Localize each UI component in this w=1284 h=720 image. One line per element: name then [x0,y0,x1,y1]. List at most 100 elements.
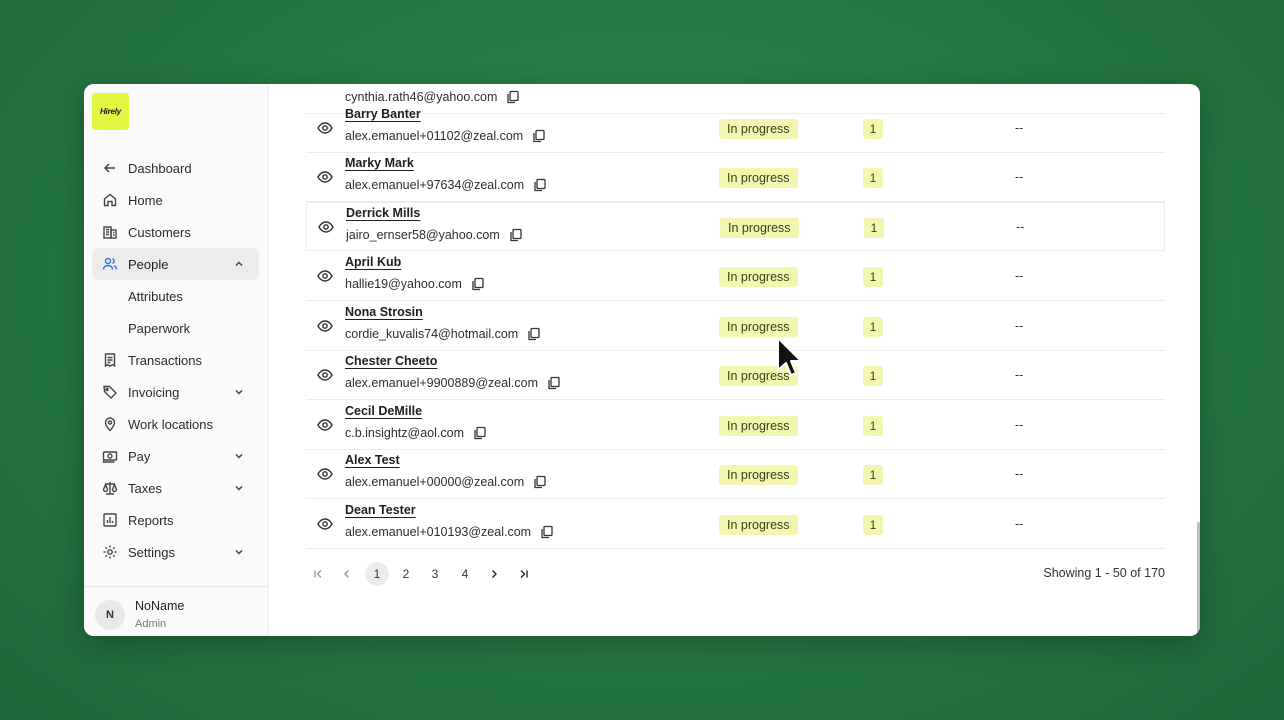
person-name-link[interactable]: Derrick Mills [346,206,420,220]
eye-icon[interactable] [317,369,333,381]
next-page-button[interactable] [482,562,506,586]
email-text: jairo_ernser58@yahoo.com [346,228,500,242]
sidebar-item-label: Settings [128,544,175,560]
table-row[interactable]: Nona Strosin cordie_kuvalis74@hotmail.co… [306,302,1165,351]
money-icon [102,448,118,464]
eye-icon[interactable] [317,320,333,332]
status-badge: In progress [719,465,798,485]
pagination: 1 2 3 4 Showing 1 - 50 of 170 [306,561,1165,586]
chevron-up-icon[interactable] [233,258,245,270]
person-name-link[interactable]: Cecil DeMille [345,404,422,418]
count-badge: 1 [863,515,883,535]
last-page-icon [520,570,528,578]
person-name-link[interactable]: April Kub [345,255,401,269]
copy-icon[interactable] [506,90,520,104]
first-page-icon [314,570,322,578]
sidebar-item-home[interactable]: Home [92,184,259,216]
table-row[interactable]: Marky Mark alex.emanuel+97634@zeal.com I… [306,153,1165,202]
last-page-button[interactable] [512,562,536,586]
person-name-link[interactable]: Marky Mark [345,156,414,170]
logo-text: Hirely [99,107,122,116]
person-name-link[interactable]: Chester Cheeto [345,354,437,368]
chevron-down-icon[interactable] [233,546,245,558]
email-cell: alex.emanuel+97634@zeal.com [345,178,547,192]
sidebar-item-reports[interactable]: Reports [92,504,259,536]
sidebar-item-attributes[interactable]: Attributes [92,280,259,312]
person-name-link[interactable]: Alex Test [345,453,400,467]
chart-icon [102,512,118,528]
first-page-button[interactable] [306,562,330,586]
eye-icon[interactable] [318,221,334,233]
copy-icon[interactable] [540,525,554,539]
scale-icon [102,480,118,496]
eye-icon[interactable] [317,122,333,134]
person-name-link[interactable]: Nona Strosin [345,305,423,319]
status-badge: In progress [719,168,798,188]
avatar: N [95,600,125,630]
sidebar-item-customers[interactable]: Customers [92,216,259,248]
copy-icon[interactable] [533,178,547,192]
status-badge: In progress [719,317,798,337]
building-icon [102,224,118,240]
eye-icon[interactable] [317,270,333,282]
count-badge: 1 [863,317,883,337]
hirely-logo[interactable]: Hirely [92,93,129,130]
sidebar-item-people[interactable]: People [92,248,259,280]
sidebar-item-paperwork[interactable]: Paperwork [92,312,259,344]
count-badge: 1 [863,465,883,485]
eye-icon[interactable] [317,419,333,431]
copy-icon[interactable] [532,129,546,143]
people-table: cynthia.rath46@yahoo.com In progress 1 B… [269,84,1200,636]
empty-value: -- [1015,269,1024,283]
user-name: NoName [135,599,185,613]
sidebar-item-label: Attributes [128,288,183,304]
sidebar-item-settings[interactable]: Settings [92,536,259,568]
person-name-link[interactable]: Barry Banter [345,107,421,121]
eye-icon[interactable] [317,518,333,530]
chevron-down-icon[interactable] [233,450,245,462]
sidebar-item-pay[interactable]: Pay [92,440,259,472]
sidebar-item-label: Invoicing [128,384,180,400]
user-profile[interactable]: N NoName Admin [84,586,268,636]
eye-icon[interactable] [317,171,333,183]
page-button-4[interactable]: 4 [453,562,477,586]
copy-icon[interactable] [509,228,523,242]
table-row[interactable]: Chester Cheeto alex.emanuel+9900889@zeal… [306,351,1165,400]
page-button-3[interactable]: 3 [423,562,447,586]
sidebar-item-dashboard[interactable]: Dashboard [92,152,259,184]
table-row[interactable]: Dean Tester alex.emanuel+010193@zeal.com… [306,500,1165,549]
status-badge: In progress [719,515,798,535]
copy-icon[interactable] [471,277,485,291]
scrollbar[interactable] [1197,522,1200,636]
receipt-icon [102,352,118,368]
copy-icon[interactable] [527,327,541,341]
sidebar-item-invoicing[interactable]: Invoicing [92,376,259,408]
table-row[interactable]: Alex Test alex.emanuel+00000@zeal.com In… [306,450,1165,499]
table-row[interactable]: Barry Banter alex.emanuel+01102@zeal.com… [306,104,1165,153]
eye-icon[interactable] [317,468,333,480]
prev-page-button[interactable] [335,562,359,586]
page-button-1[interactable]: 1 [365,562,389,586]
chevron-down-icon[interactable] [233,386,245,398]
sidebar-item-taxes[interactable]: Taxes [92,472,259,504]
sidebar-item-work-locations[interactable]: Work locations [92,408,259,440]
gear-icon [102,544,118,560]
chevron-down-icon[interactable] [233,482,245,494]
table-row[interactable]: April Kub hallie19@yahoo.com In progress… [306,252,1165,301]
email-text: alex.emanuel+010193@zeal.com [345,525,532,539]
copy-icon[interactable] [533,475,547,489]
email-text: cordie_kuvalis74@hotmail.com [345,327,519,341]
status-badge: In progress [719,416,798,436]
email-cell: jairo_ernser58@yahoo.com [346,228,523,242]
table-row[interactable]: Cecil DeMille c.b.insightz@aol.com In pr… [306,401,1165,450]
page-button-2[interactable]: 2 [394,562,418,586]
person-name-link[interactable]: Dean Tester [345,503,416,517]
email-cell: hallie19@yahoo.com [345,277,485,291]
email-text: alex.emanuel+97634@zeal.com [345,178,525,192]
copy-icon[interactable] [547,376,561,390]
email-cell: alex.emanuel+9900889@zeal.com [345,376,561,390]
sidebar-item-transactions[interactable]: Transactions [92,344,259,376]
table-row[interactable]: Derrick Mills jairo_ernser58@yahoo.com I… [306,202,1165,251]
showing-count: Showing 1 - 50 of 170 [1043,566,1165,580]
copy-icon[interactable] [473,426,487,440]
